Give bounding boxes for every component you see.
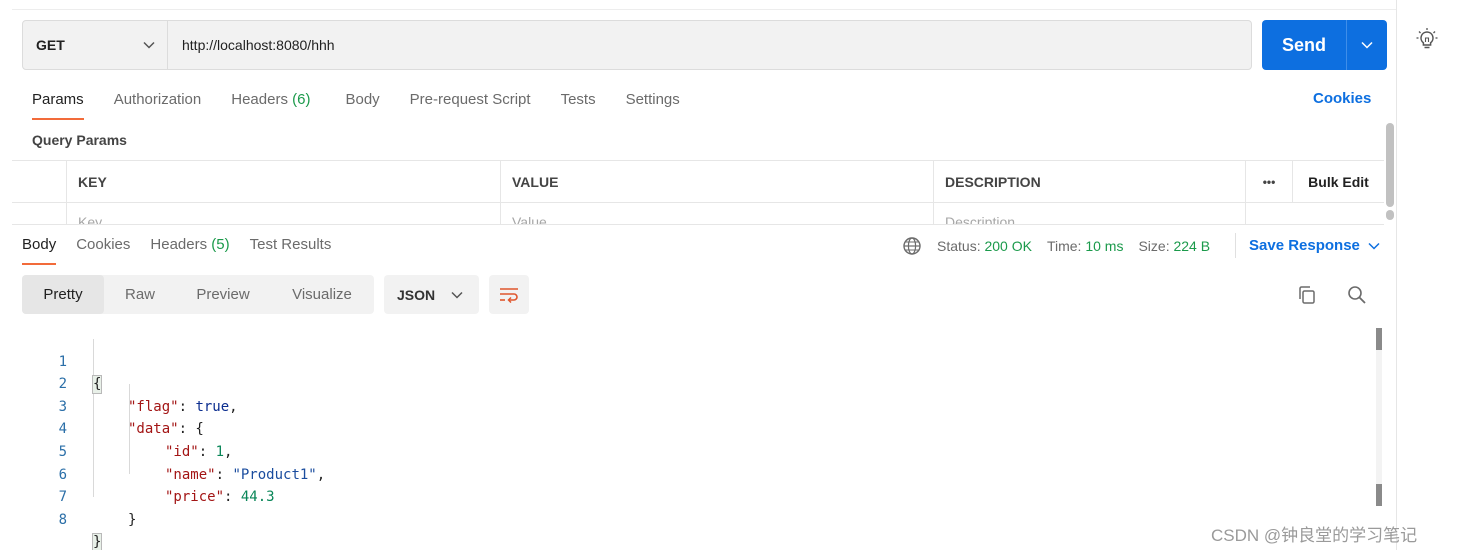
- code-line: 8 }: [0, 486, 1370, 550]
- globe-icon[interactable]: [902, 236, 922, 256]
- tab-label: Test Results: [249, 236, 332, 253]
- row-check-cell: [12, 203, 67, 225]
- status-separator: [1235, 233, 1236, 258]
- table-header-row: KEY VALUE DESCRIPTION ••• Bulk Edit: [12, 161, 1384, 203]
- query-params-title: Query Params: [32, 132, 127, 148]
- params-scrollbar-end[interactable]: [1386, 210, 1394, 220]
- tab-response-body[interactable]: Body: [22, 235, 57, 265]
- tab-label: Body: [345, 91, 380, 108]
- method-select[interactable]: GET: [23, 21, 167, 69]
- wrap-lines-icon: [500, 287, 518, 303]
- line-number: 8: [58, 511, 67, 528]
- tab-headers[interactable]: Headers (6): [231, 90, 310, 120]
- right-rail: [1397, 0, 1457, 550]
- save-response-button[interactable]: Save Response: [1249, 237, 1380, 254]
- params-table: KEY VALUE DESCRIPTION ••• Bulk Edit Key …: [12, 160, 1384, 225]
- tab-label: Headers: [231, 91, 288, 108]
- code-line: 3 "data": {: [0, 373, 1370, 438]
- row-check-column: [12, 161, 67, 203]
- watermark: CSDN @钟良堂的学习笔记: [1211, 526, 1418, 545]
- tab-label: Cookies: [76, 236, 131, 253]
- tab-label: Tests: [560, 91, 596, 108]
- code-line: 4 "id": 1,: [0, 396, 1370, 460]
- view-raw-button[interactable]: Raw: [104, 275, 176, 314]
- tab-count: (6): [292, 91, 311, 108]
- tab-count: (5): [211, 236, 230, 253]
- cookies-link[interactable]: Cookies: [1313, 90, 1371, 107]
- bulk-edit-button[interactable]: Bulk Edit: [1293, 161, 1384, 203]
- method-label: GET: [36, 37, 65, 53]
- time-value[interactable]: 10 ms: [1085, 238, 1123, 254]
- lightbulb-icon[interactable]: [1415, 27, 1439, 51]
- table-row: Key Value Description: [12, 203, 1384, 225]
- code-line: 7 }: [0, 464, 1370, 528]
- main-panel: GET Send Params Authorization Headers (6…: [0, 0, 1397, 550]
- tab-params[interactable]: Params: [32, 90, 84, 120]
- tab-settings[interactable]: Settings: [626, 90, 680, 120]
- more-options-button[interactable]: •••: [1246, 161, 1293, 203]
- key-input[interactable]: Key: [67, 203, 501, 225]
- tab-response-headers[interactable]: Headers (5): [150, 235, 229, 265]
- url-bar: GET: [22, 20, 1252, 70]
- description-input[interactable]: Description: [934, 203, 1246, 225]
- section-divider: [12, 224, 1384, 225]
- code-line: 1 {: [0, 328, 1370, 395]
- tab-body[interactable]: Body: [345, 90, 379, 120]
- request-tabs: Params Authorization Headers (6) Body Pr…: [32, 90, 710, 122]
- search-icon[interactable]: [1346, 284, 1368, 306]
- response-tabs: Body Cookies Headers (5) Test Results: [22, 235, 351, 267]
- code-scrollbar-track[interactable]: [1376, 350, 1382, 484]
- chevron-down-icon: [1368, 242, 1380, 250]
- tab-response-cookies[interactable]: Cookies: [76, 235, 130, 265]
- code-line: 6 "price": 44.3: [0, 441, 1370, 506]
- tab-tests[interactable]: Tests: [561, 90, 596, 120]
- tab-label: Settings: [625, 91, 680, 108]
- size-label: Size:: [1138, 238, 1170, 254]
- send-button[interactable]: Send: [1262, 20, 1346, 70]
- chevron-down-icon: [143, 41, 155, 49]
- url-input[interactable]: [168, 21, 1251, 69]
- view-pretty-button[interactable]: Pretty: [22, 275, 104, 314]
- wrap-lines-button[interactable]: [489, 275, 529, 314]
- status-label: Status:: [937, 238, 981, 254]
- format-label: JSON: [397, 286, 436, 303]
- view-mode-group: Pretty Raw Preview Visualize: [22, 275, 374, 314]
- send-button-group: Send: [1262, 20, 1387, 70]
- code-text: }: [128, 511, 137, 528]
- chevron-down-icon: [1361, 41, 1373, 49]
- tab-test-results[interactable]: Test Results: [250, 235, 332, 265]
- save-response-label: Save Response: [1249, 237, 1360, 254]
- tab-authorization[interactable]: Authorization: [114, 90, 202, 120]
- code-text: }: [92, 533, 103, 550]
- view-visualize-button[interactable]: Visualize: [270, 275, 374, 314]
- code-line: 5 "name": "Product1",: [0, 418, 1370, 483]
- code-line: 2 "flag": true,: [0, 351, 1370, 415]
- format-select[interactable]: JSON: [384, 275, 479, 314]
- value-column-header: VALUE: [501, 161, 934, 203]
- tab-label: Authorization: [113, 91, 202, 108]
- code-scrollbar-bottom[interactable]: [1376, 484, 1382, 506]
- code-scrollbar-top[interactable]: [1376, 328, 1382, 350]
- params-scrollbar[interactable]: [1386, 123, 1394, 207]
- top-divider: [12, 9, 1397, 10]
- response-status: Status: 200 OK Time: 10 ms Size: 224 B: [902, 236, 1210, 256]
- time-label: Time:: [1046, 238, 1082, 254]
- description-column-header: DESCRIPTION: [934, 161, 1246, 203]
- copy-icon[interactable]: [1296, 284, 1318, 306]
- size-value[interactable]: 224 B: [1173, 238, 1210, 254]
- value-input[interactable]: Value: [501, 203, 934, 225]
- tab-label: Pre-request Script: [409, 91, 531, 108]
- tab-label: Params: [32, 91, 84, 108]
- tab-label: Headers: [150, 236, 208, 253]
- status-value[interactable]: 200 OK: [984, 238, 1031, 254]
- response-code-viewer[interactable]: 1 { 2 "flag": true, 3 "data": { 4 "id": …: [0, 328, 1370, 550]
- view-preview-button[interactable]: Preview: [176, 275, 270, 314]
- key-column-header: KEY: [67, 161, 501, 203]
- send-options-button[interactable]: [1347, 20, 1387, 70]
- tab-label: Body: [22, 236, 57, 253]
- tab-pre-request-script[interactable]: Pre-request Script: [410, 90, 531, 120]
- chevron-down-icon: [451, 291, 463, 299]
